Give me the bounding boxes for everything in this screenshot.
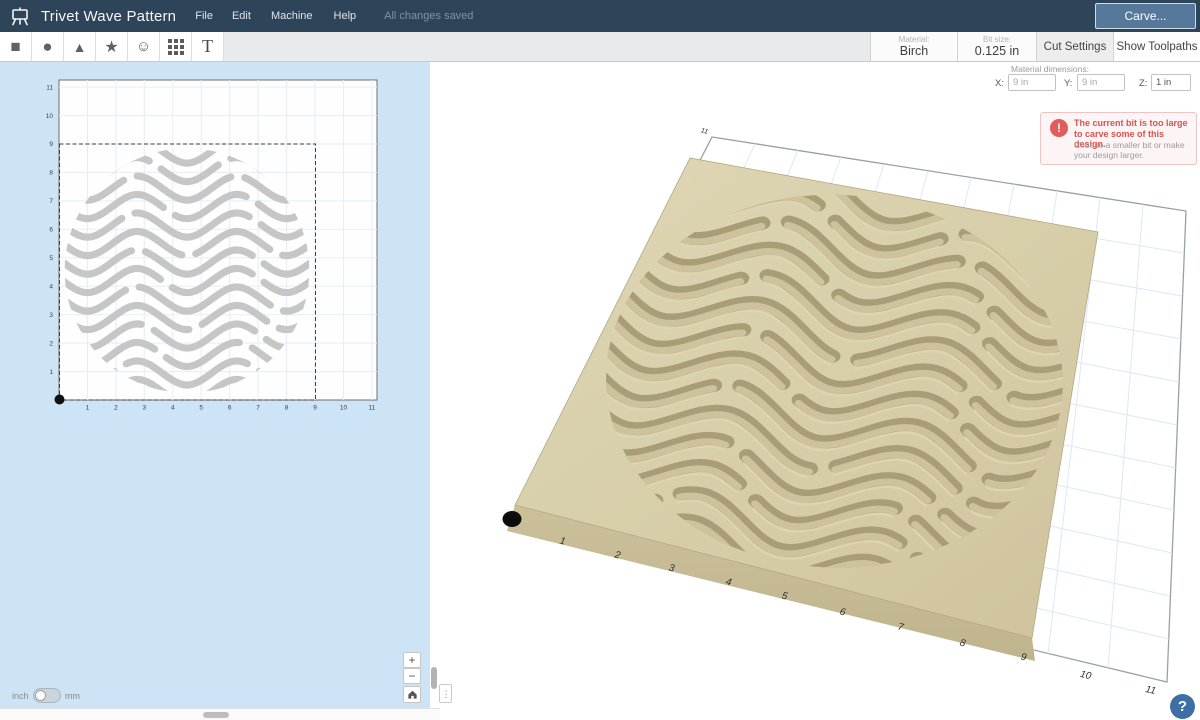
star-tool-button[interactable]: ★ bbox=[96, 32, 128, 61]
tick-label: 1 bbox=[559, 536, 567, 548]
tick-label: 6 bbox=[49, 227, 53, 234]
tick-label: 10 bbox=[1079, 669, 1093, 682]
tick-label: 2 bbox=[49, 340, 53, 347]
zoom-home-button[interactable] bbox=[403, 686, 421, 703]
zoom-out-button[interactable]: − bbox=[403, 668, 421, 684]
circle-icon: ● bbox=[42, 37, 52, 57]
star-icon: ★ bbox=[104, 37, 118, 57]
show-toolpaths-button[interactable]: Show Toolpaths bbox=[1113, 32, 1200, 61]
bit-too-large-warning: ! The current bit is too large to carve … bbox=[1040, 112, 1197, 165]
corner-tick-label: 11 bbox=[700, 127, 709, 135]
tick-label: 7 bbox=[49, 198, 53, 205]
tick-label: 3 bbox=[49, 312, 53, 319]
material-dimensions-heading: Material dimensions: bbox=[1000, 64, 1100, 74]
apps-grid-tool-button[interactable] bbox=[160, 32, 192, 61]
y-dim-input[interactable] bbox=[1077, 74, 1125, 91]
square-icon: ■ bbox=[10, 37, 20, 57]
triangle-icon: ▲ bbox=[73, 39, 87, 55]
tick-label: 4 bbox=[49, 283, 53, 290]
menu-help[interactable]: Help bbox=[334, 10, 357, 22]
tick-label: 1 bbox=[86, 405, 90, 412]
menu-file[interactable]: File bbox=[195, 10, 213, 22]
cut-settings-button[interactable]: Cut Settings bbox=[1036, 32, 1113, 61]
mm-unit-label: mm bbox=[65, 691, 80, 701]
origin-dot-2d bbox=[55, 395, 65, 405]
text-tool-icon: T bbox=[202, 36, 213, 57]
inch-unit-label: inch bbox=[12, 691, 29, 701]
tick-label: 10 bbox=[46, 113, 54, 120]
z-dim-input[interactable] bbox=[1151, 74, 1191, 91]
horizontal-scrollbar[interactable] bbox=[203, 712, 229, 718]
tick-label: 11 bbox=[1144, 684, 1157, 697]
square-tool-button[interactable]: ■ bbox=[0, 32, 32, 61]
panel-gutter bbox=[430, 62, 440, 708]
help-button[interactable]: ? bbox=[1170, 694, 1195, 719]
unit-toggle-knob[interactable] bbox=[35, 690, 46, 701]
easel-logo-icon[interactable] bbox=[9, 5, 31, 27]
menu-machine[interactable]: Machine bbox=[271, 10, 313, 22]
tick-label: 10 bbox=[340, 405, 348, 412]
smiley-tool-button[interactable]: ☺ bbox=[128, 32, 160, 61]
tick-label: 2 bbox=[114, 405, 118, 412]
tick-label: 5 bbox=[199, 405, 203, 412]
zoom-in-button[interactable]: + bbox=[403, 652, 421, 668]
x-dim-input[interactable] bbox=[1008, 74, 1056, 91]
tick-label: 3 bbox=[142, 405, 146, 412]
tick-label: 8 bbox=[49, 170, 53, 177]
vertical-scrollbar[interactable] bbox=[431, 667, 437, 689]
material-label: Material: bbox=[899, 35, 930, 44]
circle-tool-button[interactable]: ● bbox=[32, 32, 64, 61]
horizontal-scrollbar-track bbox=[0, 708, 440, 720]
material-dimensions: Material dimensions: X: Y: Z: bbox=[988, 63, 1198, 95]
origin-dot-3d bbox=[503, 511, 522, 527]
bit-size-value: 0.125 in bbox=[975, 44, 1019, 58]
text-tool-button[interactable]: T bbox=[192, 32, 224, 61]
save-status: All changes saved bbox=[384, 10, 473, 22]
tick-label: 1 bbox=[49, 369, 53, 376]
grid-icon bbox=[168, 39, 184, 55]
home-icon bbox=[407, 689, 418, 700]
carve-button[interactable]: Carve... bbox=[1095, 3, 1196, 29]
tick-label: 7 bbox=[256, 405, 260, 412]
tick-label: 5 bbox=[49, 255, 53, 262]
bit-size-label: Bit size: bbox=[983, 35, 1011, 44]
tick-label: 6 bbox=[228, 405, 232, 412]
menu-edit[interactable]: Edit bbox=[232, 10, 251, 22]
tick-label: 4 bbox=[171, 405, 175, 412]
triangle-tool-button[interactable]: ▲ bbox=[64, 32, 96, 61]
canvas-2d[interactable]: 1 2 3 4 5 6 7 8 9 10 11 1 2 3 4 5 6 7 8 bbox=[0, 62, 430, 708]
warning-icon: ! bbox=[1050, 119, 1068, 137]
tick-label: 9 bbox=[49, 141, 53, 148]
tick-label: 11 bbox=[46, 84, 53, 91]
material-cell[interactable]: Material: Birch bbox=[870, 32, 957, 61]
tick-label: 9 bbox=[313, 405, 317, 412]
warning-body: Choose a smaller bit or make your design… bbox=[1074, 140, 1185, 160]
top-nav-bar: Trivet Wave Pattern File Edit Machine He… bbox=[0, 0, 1200, 32]
project-title[interactable]: Trivet Wave Pattern bbox=[41, 8, 176, 25]
bit-size-cell[interactable]: Bit size: 0.125 in bbox=[957, 32, 1036, 61]
easel-app: Trivet Wave Pattern File Edit Machine He… bbox=[0, 0, 1200, 720]
smiley-icon: ☺ bbox=[136, 38, 151, 55]
unit-toggle[interactable] bbox=[33, 688, 61, 703]
tick-label: 8 bbox=[285, 405, 289, 412]
x-dim-label: X: bbox=[995, 78, 1004, 89]
y-dim-label: Y: bbox=[1064, 78, 1072, 89]
tick-label: 11 bbox=[369, 405, 376, 412]
z-dim-label: Z: bbox=[1139, 78, 1147, 89]
toolbar: ■ ● ▲ ★ ☺ T Material: Birch Bit size: 0.… bbox=[0, 32, 1200, 62]
material-value: Birch bbox=[900, 44, 928, 58]
panel-resize-handle[interactable]: ⋮ bbox=[439, 684, 452, 703]
